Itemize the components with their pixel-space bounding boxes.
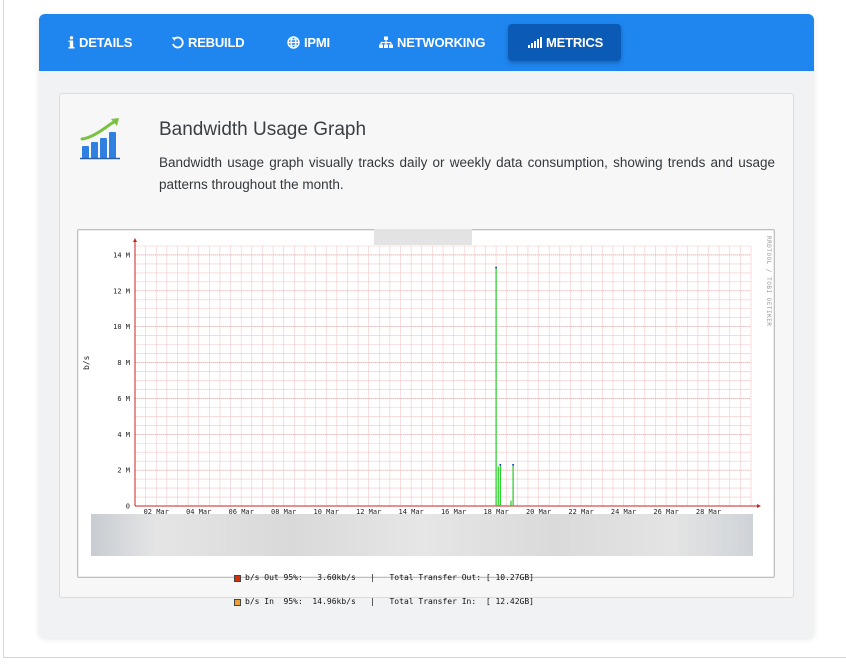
tab-label: REBUILD: [188, 35, 245, 50]
tab-ipmi[interactable]: IPMI: [281, 24, 336, 61]
y-tick-label: 2 M: [117, 467, 130, 475]
growth-chart-icon: [80, 118, 120, 160]
panel-title: Bandwidth Usage Graph: [159, 119, 367, 140]
bandwidth-graph: RRDTOOL / TOBI OETIKER b/s 02 M4 M6 M8 M…: [77, 229, 775, 606]
graph-legend-redacted: [91, 514, 753, 556]
legend-swatch-out: [234, 574, 241, 582]
legend-swatch-in: [234, 598, 241, 606]
y-tick-label: 14 M: [113, 251, 130, 259]
tab-networking[interactable]: NETWORKING: [373, 24, 491, 61]
info-icon: [68, 36, 75, 49]
y-tick-label: 10 M: [113, 323, 130, 331]
metrics-panel: Bandwidth Usage Graph Bandwidth usage gr…: [59, 93, 794, 606]
page-edge: [3, 0, 4, 658]
y-tick-label: 0: [126, 503, 130, 511]
legend-text-in: b/s In 95%: 14.96kb/s | Total Transfer I…: [245, 597, 534, 606]
server-card: DETAILS REBUILD IPMI NETWORKING METRICS …: [39, 14, 814, 638]
tab-details[interactable]: DETAILS: [62, 24, 138, 61]
page-edge: [3, 657, 846, 658]
legend-text-out: b/s Out 95%: 3.60kb/s | Total Transfer O…: [245, 573, 534, 582]
tab-bar: DETAILS REBUILD IPMI NETWORKING METRICS: [39, 14, 814, 71]
rebuild-icon: [171, 36, 184, 49]
tab-label: NETWORKING: [397, 35, 486, 50]
y-axis-arrow: [133, 238, 137, 242]
globe-icon: [287, 36, 300, 49]
tab-label: METRICS: [546, 35, 604, 50]
y-tick-label: 12 M: [113, 287, 130, 295]
tab-label: DETAILS: [79, 35, 133, 50]
graph-legend: b/s Out 95%: 3.60kb/s | Total Transfer O…: [234, 558, 534, 622]
bandwidth-plot: 02 M4 M6 M8 M10 M12 M14 M02 Mar 04 Mar 06 …: [113, 238, 761, 514]
legend-row-in: b/s In 95%: 14.96kb/s | Total Transfer I…: [234, 598, 534, 606]
network-icon: [379, 36, 393, 48]
x-axis-arrow: [757, 504, 761, 508]
y-tick-label: 6 M: [117, 395, 130, 403]
y-tick-label: 4 M: [117, 431, 130, 439]
bar-chart-icon: [528, 37, 542, 48]
tab-rebuild[interactable]: REBUILD: [165, 24, 250, 61]
tab-metrics[interactable]: METRICS: [508, 24, 622, 61]
legend-row-out: b/s Out 95%: 3.60kb/s | Total Transfer O…: [234, 574, 534, 582]
y-tick-label: 8 M: [117, 359, 130, 367]
tab-label: IPMI: [304, 35, 330, 50]
panel-description: Bandwidth usage graph visually tracks da…: [159, 155, 775, 192]
